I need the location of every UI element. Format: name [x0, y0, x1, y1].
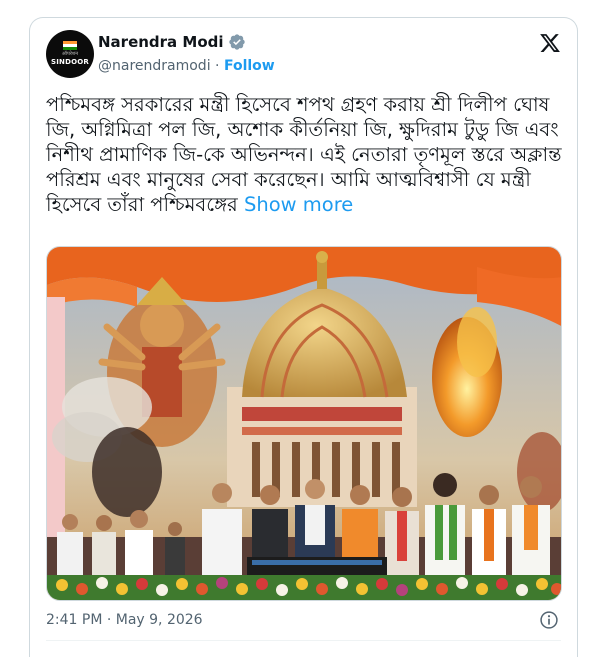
tweet-photo[interactable]: [46, 246, 562, 601]
avatar[interactable]: ऑपरेशन SINDOOR: [46, 30, 94, 78]
avatar-brand-text: SINDOOR: [50, 58, 89, 66]
tweet-timestamp[interactable]: 2:41 PM · May 9, 2026: [46, 612, 203, 628]
flag-icon: [63, 41, 77, 50]
tweet-text-block: পশ্চিমবঙ্গ সরকারের মন্ত্রী হিসেবে শপথ গ্…: [46, 92, 566, 217]
author-name[interactable]: Narendra Modi: [98, 33, 224, 51]
author-handle[interactable]: @narendramodi: [98, 58, 211, 74]
x-logo-icon[interactable]: [539, 32, 561, 54]
verified-badge-icon: [228, 34, 245, 50]
handle-separator: ·: [215, 58, 220, 74]
handle-row: @narendramodi · Follow: [98, 58, 275, 74]
divider: [46, 640, 561, 641]
show-more-link[interactable]: Show more: [244, 193, 353, 216]
tweet-card: ऑपरेशन SINDOOR Narendra Modi @narendramo…: [29, 17, 578, 657]
follow-button[interactable]: Follow: [224, 58, 275, 74]
stage-photo-image: [47, 247, 561, 600]
info-icon[interactable]: [539, 610, 559, 630]
avatar-small-text: ऑपरेशन: [61, 51, 79, 57]
author-name-row: Narendra Modi: [98, 33, 246, 51]
